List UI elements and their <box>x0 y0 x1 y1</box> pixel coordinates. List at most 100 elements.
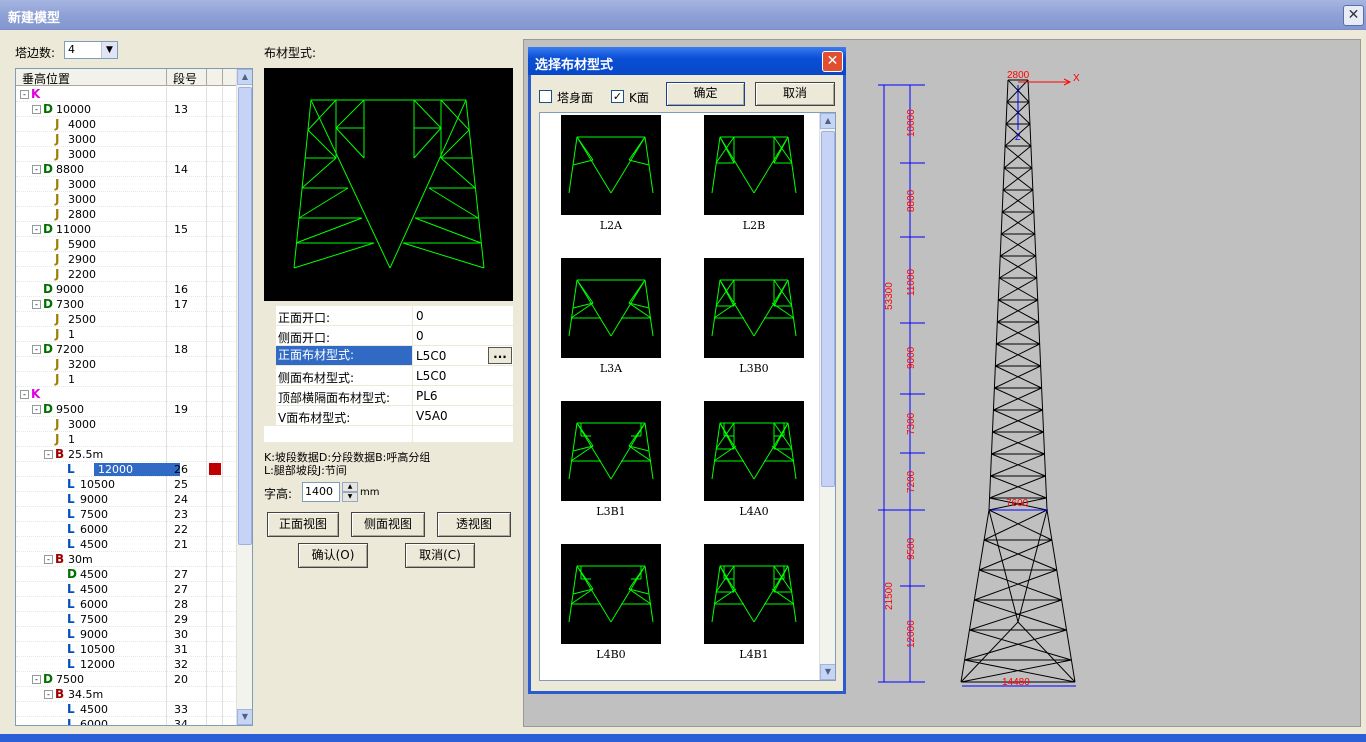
dialog-close-button[interactable]: ✕ <box>822 51 843 72</box>
window-close-button[interactable]: ✕ <box>1343 5 1364 26</box>
pattern-thumbnail[interactable] <box>561 258 661 358</box>
tree-row[interactable]: D 4500 27 <box>16 567 238 582</box>
tree-collapse-icon[interactable]: - <box>32 405 41 414</box>
col-position-header[interactable]: 垂高位置 <box>22 70 70 87</box>
tree-row[interactable]: -K <box>16 87 238 102</box>
property-value[interactable]: L5C0 <box>416 369 446 383</box>
tree-row[interactable]: J 2900 <box>16 252 238 267</box>
scroll-thumb[interactable] <box>238 87 252 545</box>
tree-row[interactable]: J 3000 <box>16 132 238 147</box>
scroll-down-icon[interactable]: ▼ <box>820 664 835 680</box>
pattern-thumbnail[interactable] <box>561 401 661 501</box>
pattern-thumbnail[interactable] <box>704 401 804 501</box>
pattern-thumbnail[interactable] <box>704 258 804 358</box>
tree-row[interactable]: -K <box>16 387 238 402</box>
property-value[interactable]: 0 <box>416 329 424 343</box>
tree-row[interactable]: - D 9500 19 <box>16 402 238 417</box>
tree-collapse-icon[interactable]: - <box>32 345 41 354</box>
side-view-button[interactable]: 侧面视图 <box>351 512 425 537</box>
cancel-button[interactable]: 取消(C) <box>405 543 475 568</box>
scroll-up-icon[interactable]: ▲ <box>237 69 252 85</box>
font-height-input[interactable]: 1400 <box>302 482 340 502</box>
property-grid[interactable]: 正面开口: 0 侧面开口: 0 正面布材型式: L5C0... 侧面布材型式: L5C0 顶部横… <box>264 306 513 442</box>
col-segment-header[interactable]: 段号 <box>173 70 197 87</box>
dialog-ok-button[interactable]: 确定 <box>666 82 745 106</box>
pattern-thumbnail[interactable] <box>561 115 661 215</box>
tower-body-checkbox[interactable] <box>539 90 552 103</box>
tree-collapse-icon[interactable]: - <box>44 450 53 459</box>
tree-row[interactable]: J1 <box>16 372 238 387</box>
tree-row[interactable]: L 12000 26 <box>16 462 238 477</box>
tree-row[interactable]: L 6000 22 <box>16 522 238 537</box>
tree-row[interactable]: - B 30m <box>16 552 238 567</box>
perspective-view-button[interactable]: 透视图 <box>437 512 511 537</box>
property-value[interactable]: L5C0 <box>416 349 446 363</box>
tree-row[interactable]: J 3200 <box>16 357 238 372</box>
tree-row[interactable]: J 2500 <box>16 312 238 327</box>
tree-row[interactable]: - D 7200 18 <box>16 342 238 357</box>
tree-row[interactable]: - D 8800 14 <box>16 162 238 177</box>
tree-row[interactable]: J1 <box>16 327 238 342</box>
dialog-cancel-button[interactable]: 取消 <box>755 82 835 106</box>
tree-row[interactable]: J 3000 <box>16 417 238 432</box>
chevron-down-icon[interactable]: ▼ <box>101 42 117 58</box>
tree-row[interactable]: L 4500 27 <box>16 582 238 597</box>
tree-collapse-icon[interactable]: - <box>32 300 41 309</box>
tree-row[interactable]: J 3000 <box>16 177 238 192</box>
tree-scrollbar[interactable]: ▲ ▼ <box>236 69 252 725</box>
browse-button[interactable]: ... <box>488 347 512 364</box>
property-row[interactable]: 侧面布材型式: L5C0 <box>264 366 513 386</box>
sides-combobox[interactable]: 4 ▼ <box>64 41 118 59</box>
scroll-thumb[interactable] <box>821 131 835 487</box>
tree-row[interactable]: L 7500 23 <box>16 507 238 522</box>
property-value[interactable]: 0 <box>416 309 424 323</box>
tree-row[interactable]: L 7500 29 <box>16 612 238 627</box>
tree-row[interactable]: L 10500 25 <box>16 477 238 492</box>
tree-collapse-icon[interactable]: - <box>44 555 53 564</box>
tree-row[interactable]: - D 7300 17 <box>16 297 238 312</box>
tree-row[interactable]: J 3000 <box>16 192 238 207</box>
tree-row[interactable]: - B 34.5m <box>16 687 238 702</box>
pattern-thumbnail[interactable] <box>561 544 661 644</box>
tree-row[interactable]: L 9000 30 <box>16 627 238 642</box>
tree-row[interactable]: - D 10000 13 <box>16 102 238 117</box>
tree-row[interactable]: J 4000 <box>16 117 238 132</box>
tree-row[interactable]: - D 7500 20 <box>16 672 238 687</box>
pattern-gallery[interactable]: ▲ ▼ L2A L2B L3A L3B0 L3B1 L4A0 L4B0 L4B1 <box>539 112 836 681</box>
tree-row[interactable]: J 3000 <box>16 147 238 162</box>
property-row[interactable]: V面布材型式: V5A0 <box>264 406 513 426</box>
gallery-scrollbar[interactable]: ▲ ▼ <box>819 113 835 680</box>
property-row[interactable]: 正面布材型式: L5C0... <box>264 346 513 366</box>
tree-collapse-icon[interactable]: - <box>44 690 53 699</box>
tree-row[interactable]: L 9000 24 <box>16 492 238 507</box>
tree-row[interactable]: L 12000 32 <box>16 657 238 672</box>
property-value[interactable]: V5A0 <box>416 409 448 423</box>
front-view-button[interactable]: 正面视图 <box>267 512 339 537</box>
property-row[interactable]: 正面开口: 0 <box>264 306 513 326</box>
tree-collapse-icon[interactable]: - <box>20 90 29 99</box>
scroll-up-icon[interactable]: ▲ <box>820 113 835 129</box>
pattern-thumbnail[interactable] <box>704 544 804 644</box>
tree-row[interactable]: L 4500 33 <box>16 702 238 717</box>
confirm-button[interactable]: 确认(O) <box>298 543 368 568</box>
tree-row[interactable]: L 6000 28 <box>16 597 238 612</box>
k-face-checkbox[interactable]: ✓ <box>611 90 624 103</box>
tree-row[interactable]: J 5900 <box>16 237 238 252</box>
tree-row[interactable]: J 2800 <box>16 207 238 222</box>
tree-collapse-icon[interactable]: - <box>32 165 41 174</box>
spin-down-icon[interactable]: ▼ <box>342 492 358 502</box>
tree-row[interactable]: J 2200 <box>16 267 238 282</box>
tree-row[interactable]: L 10500 31 <box>16 642 238 657</box>
tree-row[interactable]: L 6000 34 <box>16 717 238 725</box>
property-value[interactable]: PL6 <box>416 389 438 403</box>
property-row[interactable]: 侧面开口: 0 <box>264 326 513 346</box>
tree-row[interactable]: L 4500 21 <box>16 537 238 552</box>
tree-collapse-icon[interactable]: - <box>32 675 41 684</box>
color-swatch[interactable] <box>209 463 221 475</box>
tree-collapse-icon[interactable]: - <box>32 105 41 114</box>
scroll-down-icon[interactable]: ▼ <box>237 709 252 725</box>
tree-collapse-icon[interactable]: - <box>20 390 29 399</box>
property-row[interactable]: 顶部横隔面布材型式: PL6 <box>264 386 513 406</box>
tree-collapse-icon[interactable]: - <box>32 225 41 234</box>
segment-tree[interactable]: 垂高位置 段号 - K - D 10000 13 J 4000 J 3000 J 3000- D 8800… <box>15 68 253 726</box>
